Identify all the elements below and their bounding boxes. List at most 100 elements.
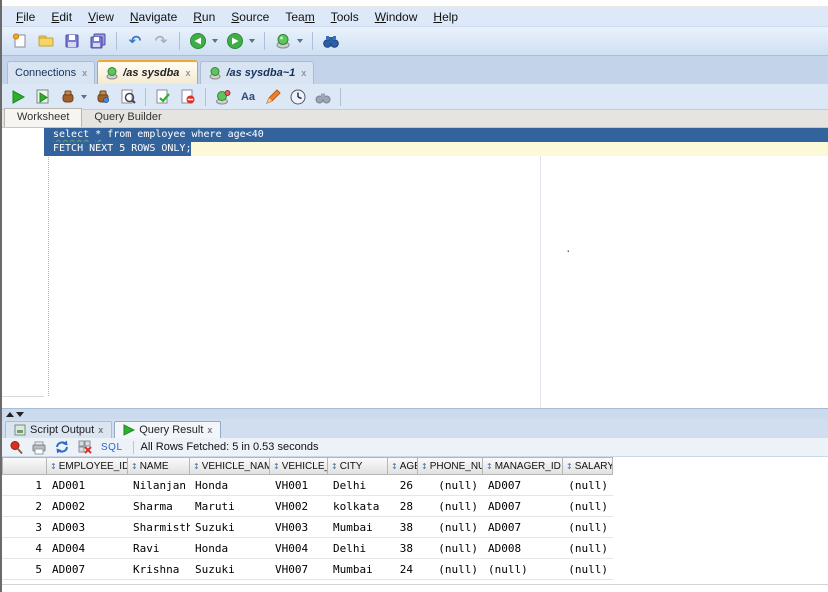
table-cell[interactable]: (null) [563, 559, 613, 580]
table-cell[interactable]: Honda [190, 538, 270, 559]
tab-close-icon[interactable]: x [80, 69, 87, 78]
menu-item-file[interactable]: File [8, 8, 43, 26]
collapse-down-icon[interactable] [16, 412, 24, 417]
output-tab-query-result[interactable]: Query Resultx [114, 421, 221, 438]
column-header-phone-num[interactable]: ↕PHONE_NUM [418, 457, 483, 475]
table-cell[interactable]: AD004 [47, 538, 128, 559]
table-cell[interactable]: Mumbai [328, 517, 388, 538]
print-button[interactable] [29, 439, 49, 456]
doc-tab-as-sysdba-1[interactable]: /as sysdba~1x [200, 61, 314, 84]
table-row[interactable]: 4AD004RaviHondaVH004Delhi38(null)AD008(n… [2, 538, 613, 559]
menu-item-edit[interactable]: Edit [43, 8, 80, 26]
table-cell[interactable]: Ravi [128, 538, 190, 559]
row-number-cell[interactable]: 2 [2, 496, 47, 517]
delete-grid-button[interactable] [75, 439, 95, 456]
table-cell[interactable]: (null) [483, 559, 563, 580]
table-cell[interactable]: Delhi [328, 475, 388, 496]
tab-close-icon[interactable]: x [98, 425, 103, 435]
column-header-salary[interactable]: ↕SALARY [563, 457, 613, 475]
column-header-manager-id[interactable]: ↕MANAGER_ID [483, 457, 563, 475]
table-cell[interactable]: VH007 [270, 559, 328, 580]
undo-button[interactable]: ↶ [123, 30, 147, 53]
commit-button[interactable] [151, 85, 175, 108]
doc-tab-as-sysdba[interactable]: /as sysdbax [97, 60, 198, 84]
run-statement-button[interactable] [6, 85, 30, 108]
connections-button[interactable] [271, 30, 295, 53]
table-cell[interactable]: Krishna [128, 559, 190, 580]
new-file-button[interactable] [8, 30, 32, 53]
sql-line-2[interactable]: FETCH NEXT 5 ROWS ONLY; [44, 142, 828, 156]
forward-dropdown-icon[interactable] [249, 39, 255, 43]
output-tab-script-output[interactable]: Script Outputx [5, 421, 112, 438]
column-header-city[interactable]: ↕CITY [328, 457, 388, 475]
sql-history-button[interactable] [286, 85, 310, 108]
menu-item-help[interactable]: Help [425, 8, 466, 26]
table-cell[interactable]: (null) [563, 496, 613, 517]
table-cell[interactable]: VH003 [270, 517, 328, 538]
table-cell[interactable]: Maruti [190, 496, 270, 517]
table-cell[interactable]: (null) [563, 517, 613, 538]
table-cell[interactable]: AD002 [47, 496, 128, 517]
explain-plan-button[interactable] [91, 85, 115, 108]
table-cell[interactable]: (null) [418, 517, 483, 538]
connections-dropdown-icon[interactable] [297, 39, 303, 43]
table-cell[interactable]: (null) [418, 496, 483, 517]
autotrace-dropdown-icon[interactable] [81, 95, 87, 99]
run-script-button[interactable] [31, 85, 55, 108]
redo-button[interactable]: ↷ [149, 30, 173, 53]
column-header-age[interactable]: ↕AGE [388, 457, 418, 475]
forward-button[interactable] [223, 30, 247, 53]
back-button[interactable] [186, 30, 210, 53]
menu-item-run[interactable]: Run [185, 8, 223, 26]
back-dropdown-icon[interactable] [212, 39, 218, 43]
table-cell[interactable]: Sharmistha [128, 517, 190, 538]
unshared-worksheet-button[interactable] [211, 85, 235, 108]
table-row[interactable]: 5AD007KrishnaSuzukiVH007Mumbai24(null)(n… [2, 559, 613, 580]
pin-button[interactable] [6, 439, 26, 456]
editor-tab-query-builder[interactable]: Query Builder [82, 109, 173, 127]
open-file-button[interactable] [34, 30, 58, 53]
table-cell[interactable]: kolkata [328, 496, 388, 517]
save-button[interactable] [60, 30, 84, 53]
table-cell[interactable]: Suzuki [190, 559, 270, 580]
table-cell[interactable]: AD008 [483, 538, 563, 559]
sql-tuning-advisor-button[interactable] [116, 85, 140, 108]
table-cell[interactable]: AD003 [47, 517, 128, 538]
table-row[interactable]: 3AD003SharmisthaSuzukiVH003Mumbai38(null… [2, 517, 613, 538]
row-number-cell[interactable]: 4 [2, 538, 47, 559]
table-cell[interactable]: Suzuki [190, 517, 270, 538]
table-cell[interactable]: 26 [388, 475, 418, 496]
sql-worksheet-link[interactable]: SQL [98, 442, 126, 453]
sql-line-1[interactable]: select * from employee where age<40 [44, 128, 828, 142]
row-number-cell[interactable]: 3 [2, 517, 47, 538]
table-cell[interactable]: (null) [418, 538, 483, 559]
table-cell[interactable]: Sharma [128, 496, 190, 517]
table-cell[interactable]: AD007 [483, 496, 563, 517]
rollback-button[interactable] [176, 85, 200, 108]
column-header-vehicle-name[interactable]: ↕VEHICLE_NAME [190, 457, 270, 475]
collapse-up-icon[interactable] [6, 412, 14, 417]
menu-item-tools[interactable]: Tools [323, 8, 367, 26]
table-cell[interactable]: (null) [418, 559, 483, 580]
column-header-vehicle-id[interactable]: ↕VEHICLE_ID [270, 457, 328, 475]
change-case-button[interactable]: Aa [236, 85, 260, 108]
fetch-button[interactable] [52, 439, 72, 456]
table-cell[interactable]: 38 [388, 538, 418, 559]
table-cell[interactable]: AD001 [47, 475, 128, 496]
table-cell[interactable]: AD007 [47, 559, 128, 580]
menu-item-view[interactable]: View [80, 8, 122, 26]
table-cell[interactable]: VH004 [270, 538, 328, 559]
table-cell[interactable]: 38 [388, 517, 418, 538]
table-cell[interactable]: VH002 [270, 496, 328, 517]
table-cell[interactable]: (null) [563, 538, 613, 559]
clear-button[interactable] [261, 85, 285, 108]
autotrace-button[interactable] [56, 85, 80, 108]
search-button[interactable] [319, 30, 343, 53]
menu-item-team[interactable]: Team [277, 8, 322, 26]
table-cell[interactable]: Nilanjan [128, 475, 190, 496]
table-cell[interactable]: Mumbai [328, 559, 388, 580]
menu-item-source[interactable]: Source [223, 8, 277, 26]
save-all-button[interactable] [86, 30, 110, 53]
panel-splitter[interactable] [2, 408, 828, 419]
row-number-cell[interactable]: 1 [2, 475, 47, 496]
